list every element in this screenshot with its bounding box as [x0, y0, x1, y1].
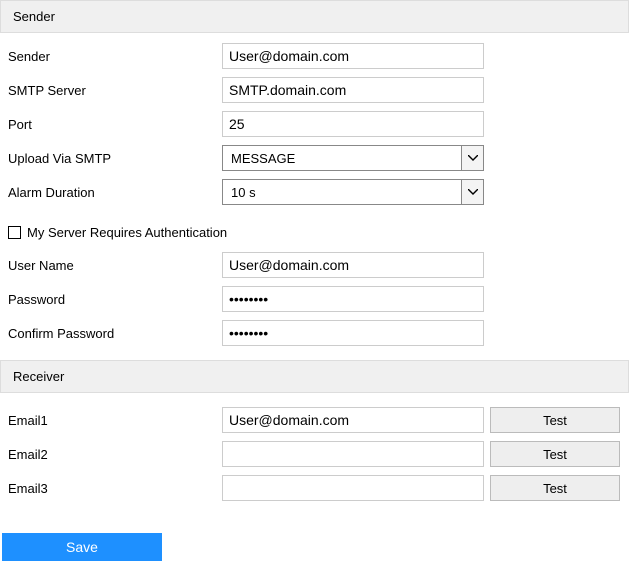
- smtp-server-input[interactable]: [222, 77, 484, 103]
- port-label: Port: [8, 117, 222, 132]
- email3-test-button[interactable]: Test: [490, 475, 620, 501]
- confirm-password-input[interactable]: [222, 320, 484, 346]
- email1-row: Email1 Test: [8, 407, 621, 433]
- confirm-label: Confirm Password: [8, 326, 222, 341]
- port-input[interactable]: [222, 111, 484, 137]
- port-row: Port: [8, 111, 621, 137]
- email1-input[interactable]: [222, 407, 484, 433]
- alarm-row: Alarm Duration 10 s: [8, 179, 621, 205]
- auth-checkbox-row: My Server Requires Authentication: [8, 225, 621, 240]
- sender-row: Sender: [8, 43, 621, 69]
- username-label: User Name: [8, 258, 222, 273]
- email3-row: Email3 Test: [8, 475, 621, 501]
- password-row: Password: [8, 286, 621, 312]
- email2-row: Email2 Test: [8, 441, 621, 467]
- sender-form: Sender SMTP Server Port Upload Via SMTP …: [0, 33, 629, 219]
- auth-checkbox[interactable]: [8, 226, 21, 239]
- sender-label: Sender: [8, 49, 222, 64]
- email1-label: Email1: [8, 413, 222, 428]
- sender-header-text: Sender: [13, 9, 55, 24]
- alarm-select-value: 10 s: [223, 180, 461, 204]
- upload-select[interactable]: MESSAGE: [222, 145, 484, 171]
- chevron-down-icon: [461, 180, 483, 204]
- sender-section-header: Sender: [0, 0, 629, 33]
- password-input[interactable]: [222, 286, 484, 312]
- save-button[interactable]: Save: [2, 533, 162, 561]
- smtp-server-row: SMTP Server: [8, 77, 621, 103]
- email3-label: Email3: [8, 481, 222, 496]
- auth-form: User Name Password Confirm Password: [0, 252, 629, 360]
- email2-test-button[interactable]: Test: [490, 441, 620, 467]
- confirm-row: Confirm Password: [8, 320, 621, 346]
- auth-checkbox-label: My Server Requires Authentication: [27, 225, 227, 240]
- upload-select-value: MESSAGE: [223, 146, 461, 170]
- receiver-form: Email1 Test Email2 Test Email3 Test: [0, 393, 629, 515]
- password-label: Password: [8, 292, 222, 307]
- email3-input[interactable]: [222, 475, 484, 501]
- receiver-header-text: Receiver: [13, 369, 64, 384]
- username-row: User Name: [8, 252, 621, 278]
- email2-input[interactable]: [222, 441, 484, 467]
- email2-label: Email2: [8, 447, 222, 462]
- smtp-server-label: SMTP Server: [8, 83, 222, 98]
- upload-label: Upload Via SMTP: [8, 151, 222, 166]
- username-input[interactable]: [222, 252, 484, 278]
- chevron-down-icon: [461, 146, 483, 170]
- alarm-label: Alarm Duration: [8, 185, 222, 200]
- upload-row: Upload Via SMTP MESSAGE: [8, 145, 621, 171]
- alarm-select[interactable]: 10 s: [222, 179, 484, 205]
- receiver-section-header: Receiver: [0, 360, 629, 393]
- email1-test-button[interactable]: Test: [490, 407, 620, 433]
- sender-input[interactable]: [222, 43, 484, 69]
